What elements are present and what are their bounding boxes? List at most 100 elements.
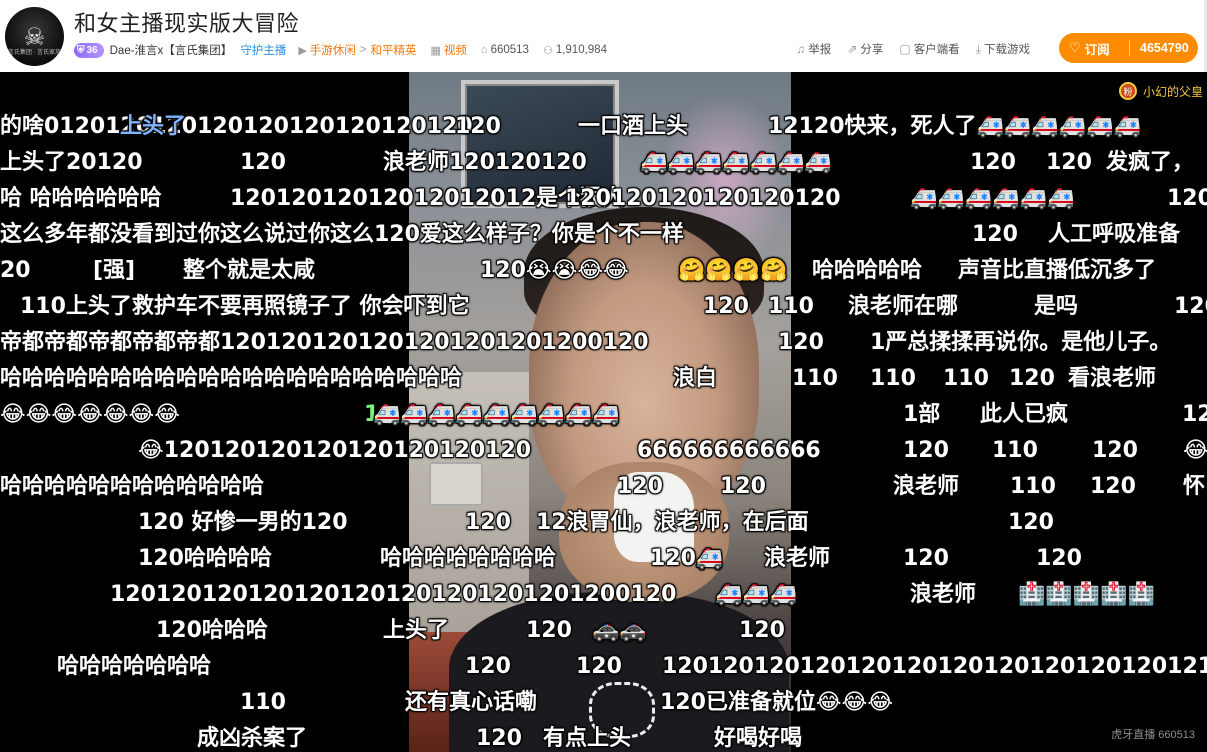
danmaku-comment: [强] [93, 258, 136, 283]
top-right-user: 粉 小幻的父皇 [1118, 82, 1203, 100]
top-right-user-name: 小幻的父皇 [1142, 84, 1203, 99]
danmaku-comment: 上头了 [120, 114, 187, 139]
danmaku-comment: 12120快来，死人了🚑🚑🚑🚑🚑🚑 [768, 114, 1141, 139]
danmaku-comment: 12012012012012012012012012012012012120 [662, 654, 1207, 679]
danmaku-comment: 🤗🤗🤗🤗 [678, 258, 788, 283]
avatar-text: 言氏集团 · 言氏家族 [7, 50, 62, 56]
danmaku-comment: 120 [1046, 150, 1092, 175]
danmaku-comment: 浪老师在哪 [848, 294, 959, 319]
danmaku-comment: 哈 哈哈哈哈哈哈 [0, 186, 162, 211]
danmaku-comment: 这么多年都没看到过你这么说过你这么120爱这么样子？你是个不一样 [0, 222, 684, 247]
danmaku-comment: 上头了 [383, 618, 450, 643]
users-icon: ⚇ [542, 44, 553, 57]
danmaku-comment: 😂😂😂😂😂😂😂 [0, 402, 180, 427]
level-number: 36 [86, 44, 98, 56]
danmaku-comment: 120哈哈哈 [156, 618, 268, 643]
danmaku-comment: 🚑🚑🚑🚑🚑🚑🚑 [640, 150, 832, 175]
report-button[interactable]: ♫ 举报 [796, 41, 831, 57]
danmaku-comment: 110 [870, 366, 916, 391]
danmaku-comment: 😂120120120120120120120120 [138, 438, 532, 463]
room-id: ⌂ 660513 [481, 44, 529, 56]
house-icon: ⌂ [480, 44, 488, 56]
danmaku-comment: 1严总揉揉再说你。是他儿子。 [870, 330, 1172, 355]
category-child[interactable]: 和平精英 [371, 42, 417, 58]
share-button[interactable]: ⇗ 分享 [847, 41, 883, 57]
phone-icon: ▢ [899, 42, 911, 56]
danmaku-comment: 120 [739, 618, 785, 643]
category-parent[interactable]: 手游休闲 [310, 42, 356, 58]
danmaku-comment: 110 [1010, 474, 1056, 499]
host-name[interactable]: Dae-淮言x【言氏集团】 [110, 42, 233, 58]
share-label: 分享 [860, 44, 884, 56]
danmaku-comment: 120 [240, 150, 286, 175]
danmaku-comment: 666666666666 [637, 438, 821, 463]
danmaku-comment: 浪老师 [764, 546, 831, 571]
danmaku-comment: 110 [992, 438, 1038, 463]
download-icon: ⤓ [975, 41, 981, 56]
video-player[interactable]: 的啥0120120120120120120120120120 上头了 120 一口酒上… [0, 72, 1207, 752]
danmaku-comment: 120 [703, 294, 749, 319]
danmaku-comment: 🚓🚓 [592, 618, 647, 643]
danmaku-comment: 上头了20120 [0, 150, 143, 175]
danmaku-comment: 整个就是太咸 [183, 258, 316, 283]
danmaku-comment: 20 [0, 258, 31, 283]
download-button[interactable]: ⤓ 下载游戏 [976, 41, 1030, 57]
danmaku-comment: 浪老师 [893, 474, 960, 499]
client-button[interactable]: ▢ 客户端看 [899, 41, 959, 57]
danmaku-comment: 120 [617, 474, 663, 499]
danmaku-comment: 哈哈哈哈哈 [812, 258, 923, 283]
huya-watermark: 虎牙直播 660513 [1111, 729, 1195, 741]
user-badge-icon: 粉 [1118, 82, 1137, 100]
danmaku-comment: 120 [1036, 546, 1082, 571]
danmaku-comment: 120 [455, 114, 501, 139]
subscribe-count: 4654790 [1140, 41, 1189, 55]
danmaku-comment: 120 好惨一男的120 [138, 510, 348, 535]
play-icon: ▶ [298, 44, 307, 57]
danmaku-comment: 120 [526, 618, 572, 643]
danmaku-comment: 🏥🏥🏥🏥🏥 [1018, 582, 1155, 607]
subscribe-button[interactable]: ♡ 订阅 4654790 [1059, 33, 1198, 63]
danmaku-comment: 帝都帝都帝都帝都帝都1201201201201201201201200120 [0, 330, 649, 355]
danmaku-layer: 的啥0120120120120120120120120120 上头了 120 一口酒上… [0, 72, 1207, 752]
meta-row: ⛨ 36 Dae-淮言x【言氏集团】 守护主播 ▶ 手游休闲 > 和平精英 ▦ … [74, 40, 621, 60]
danmaku-comment: 120🚑 [650, 546, 724, 571]
danmaku-comment: 120已准备就位😂😂😂 [660, 690, 894, 715]
danmaku-comment: 120 [465, 510, 511, 535]
video-link[interactable]: ▦ 视频 [431, 42, 467, 58]
danmaku-comment: 12 [1182, 402, 1207, 427]
level-badge: ⛨ 36 [74, 42, 104, 58]
danmaku-comment: 110 [768, 294, 814, 319]
danmaku-comment: 120😭😭😂😂 [480, 258, 629, 283]
subscribe-left: ♡ 订阅 [1059, 39, 1129, 58]
danmaku-comment: 是吗 [1034, 294, 1079, 319]
danmaku-comment: 还有真心话嘞 [405, 690, 538, 715]
skull-icon: ☠ [23, 22, 46, 51]
danmaku-comment: 好喝好喝 [714, 726, 803, 751]
bell-icon: ♫ [796, 42, 806, 56]
danmaku-comment: 哈哈哈哈哈哈哈 [57, 654, 212, 679]
danmaku-comment: 120 [1090, 474, 1136, 499]
danmaku-comment: 哈哈哈哈哈哈哈哈哈哈哈哈 [0, 474, 265, 499]
streamer-avatar[interactable]: ☠ 言氏集团 · 言氏家族 [5, 7, 64, 66]
danmaku-comment: 有点上头 [543, 726, 632, 751]
subscriber-count-value: 1,910,984 [555, 44, 607, 56]
danmaku-comment: 看浪老师 [1068, 366, 1157, 391]
danmaku-comment: 哈哈哈哈哈哈哈哈哈哈哈哈哈哈哈哈哈哈哈哈哈 [0, 366, 463, 391]
danmaku-comment: 哈哈哈哈哈哈哈哈 [380, 546, 557, 571]
subscribe-label: 订阅 [1084, 42, 1110, 57]
danmaku-comment: 120 [903, 438, 949, 463]
danmaku-comment: 110 [943, 366, 989, 391]
client-label: 客户端看 [913, 44, 960, 56]
danmaku-comment: 120 [576, 654, 622, 679]
share-icon: ⇗ [847, 42, 858, 56]
danmaku-comment: 一口酒上头 [578, 114, 689, 139]
danmaku-comment: 🚑🚑🚑🚑🚑🚑 [910, 186, 1075, 211]
report-label: 举报 [808, 44, 832, 56]
danmaku-comment: 120120120120120120 [565, 186, 841, 211]
danmaku-comment: 1部 [903, 402, 941, 427]
category-separator: > [359, 44, 367, 56]
header-tools: ♫ 举报 ⇗ 分享 ▢ 客户端看 ⤓ 下载游戏 [780, 41, 1030, 57]
subscriber-count: ⚇ 1,910,984 [543, 44, 607, 57]
guard-link[interactable]: 守护主播 [240, 42, 286, 58]
danmaku-comment: 发疯了， [1106, 150, 1195, 175]
